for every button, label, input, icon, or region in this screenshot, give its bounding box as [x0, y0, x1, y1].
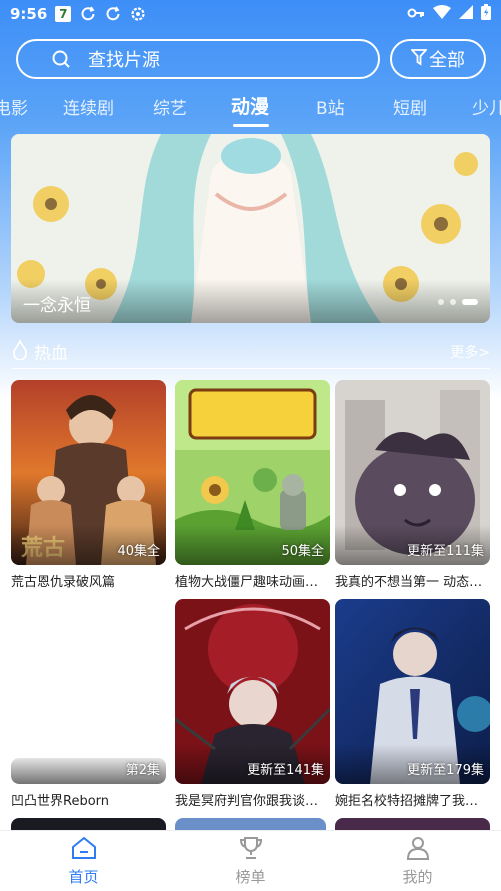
video-poster: 更新至141集 [175, 599, 330, 784]
nav-rank-label: 榜单 [235, 867, 266, 886]
video-title: 我是冥府判官你跟我谈人情 [175, 794, 327, 809]
battery-icon [481, 4, 491, 24]
app-badge-icon: 7 [55, 6, 72, 22]
key-icon [407, 5, 425, 23]
app-badge-label: 7 [55, 6, 72, 22]
video-card[interactable]: 更新至111集 我真的不想当第一 动态漫画 [335, 380, 490, 590]
section-title: 热血 [34, 344, 68, 364]
signal-icon [459, 5, 473, 23]
search-icon [52, 50, 70, 68]
tab-anime[interactable]: 动漫 [231, 92, 269, 119]
nav-home[interactable]: 首页 [34, 836, 134, 887]
sync-icon-2 [105, 6, 121, 22]
user-icon [405, 836, 431, 864]
episode-tag: 40集全 [117, 544, 160, 559]
pager-dot-active [462, 299, 478, 305]
home-icon [71, 836, 97, 864]
filter-button[interactable]: 全部 [390, 39, 486, 79]
video-card[interactable]: 荒古 40集全 荒古恩仇录破风篇 [11, 380, 166, 590]
banner-pager [438, 299, 478, 305]
pager-dot [450, 299, 456, 305]
status-time: 9:56 [10, 5, 48, 23]
search-input[interactable]: 查找片源 [16, 39, 380, 79]
video-title: 植物大战僵尸趣味动画第二季 [175, 575, 327, 590]
tab-variety[interactable]: 综艺 [153, 94, 187, 119]
category-tabs: 电影 连续剧 综艺 动漫 B站 短剧 少儿 [0, 88, 501, 128]
video-poster: 更新至179集 [335, 599, 490, 784]
featured-banner[interactable]: 一念永恒 [11, 134, 490, 323]
nav-mine[interactable]: 我的 [368, 836, 468, 887]
filter-label: 全部 [429, 50, 465, 71]
video-card[interactable]: 50集全 植物大战僵尸趣味动画第二季 [175, 380, 330, 590]
nav-rank[interactable]: 榜单 [201, 836, 301, 887]
video-card[interactable]: 第2集 凹凸世界Reborn [11, 599, 166, 809]
active-tab-indicator [233, 124, 269, 127]
filter-icon [409, 48, 429, 71]
video-poster: 荒古 40集全 [11, 380, 166, 565]
video-poster: 50集全 [175, 380, 330, 565]
video-card[interactable]: 更新至141集 我是冥府判官你跟我谈人情 [175, 599, 330, 809]
flame-icon [12, 338, 28, 364]
video-poster: 第2集 [11, 599, 166, 784]
tab-short-drama[interactable]: 短剧 [393, 94, 427, 119]
section-header: 热血 更多> [12, 335, 490, 369]
sync-icon [80, 6, 96, 22]
search-row: 查找片源 全部 [16, 39, 486, 79]
tab-series[interactable]: 连续剧 [63, 94, 114, 119]
video-title: 荒古恩仇录破风篇 [11, 575, 116, 590]
episode-tag: 第2集 [125, 763, 160, 778]
tab-bilibili[interactable]: B站 [316, 94, 345, 119]
wifi-icon [433, 5, 451, 23]
pager-dot [438, 299, 444, 305]
settings-gear-icon [130, 6, 146, 22]
video-title: 婉拒名校特招摊牌了我是大明星 [335, 794, 487, 809]
episode-tag: 更新至179集 [407, 763, 484, 778]
video-title: 凹凸世界Reborn [11, 794, 110, 809]
nav-home-label: 首页 [68, 867, 99, 886]
video-title: 我真的不想当第一 动态漫画 [335, 575, 487, 590]
episode-tag: 更新至111集 [407, 544, 484, 559]
episode-tag: 50集全 [281, 544, 324, 559]
tab-kids[interactable]: 少儿 [472, 94, 501, 119]
nav-mine-label: 我的 [402, 867, 433, 886]
trophy-icon [238, 836, 264, 864]
tab-movie[interactable]: 电影 [0, 94, 28, 119]
status-right-icons [407, 4, 491, 24]
status-bar: 9:56 7 [0, 0, 501, 28]
more-link[interactable]: 更多> [450, 342, 490, 362]
bottom-navigation: 首页 榜单 我的 [0, 830, 501, 891]
video-card[interactable]: 更新至179集 婉拒名校特招摊牌了我是大明星 [335, 599, 490, 809]
video-poster: 更新至111集 [335, 380, 490, 565]
episode-tag: 更新至141集 [247, 763, 324, 778]
banner-caption: 一念永恒 [11, 279, 490, 323]
search-placeholder: 查找片源 [88, 50, 160, 71]
